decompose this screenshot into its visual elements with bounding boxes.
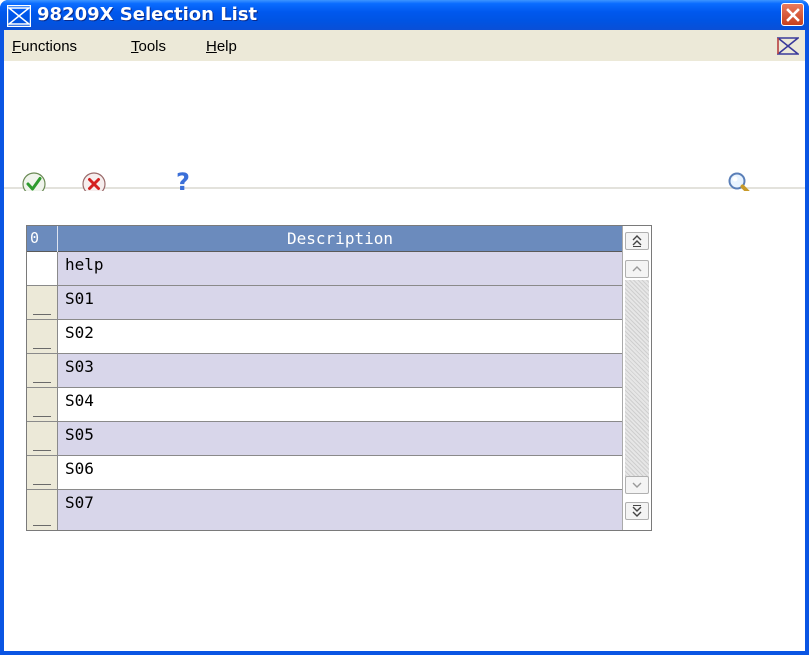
scroll-bottom-button[interactable] <box>625 502 649 520</box>
menu-tools-accel: T <box>131 38 139 55</box>
app-logo-icon <box>7 5 31 27</box>
menu-help-accel: H <box>206 38 217 55</box>
description-cell: S01 <box>65 289 94 308</box>
menu-tools[interactable]: Tools <box>131 38 166 55</box>
table-row[interactable]: S03 <box>27 354 622 388</box>
table-row[interactable]: S01 <box>27 286 622 320</box>
menu-help-rest: elp <box>216 38 237 55</box>
row-select-cell[interactable] <box>27 354 58 387</box>
row-select-cell[interactable] <box>27 422 58 455</box>
menu-functions-rest: unctions <box>21 38 78 55</box>
scroll-top-button[interactable] <box>625 232 649 250</box>
table-row[interactable]: S04 <box>27 388 622 422</box>
scroll-up-button[interactable] <box>625 260 649 278</box>
brand-logo-icon <box>777 37 799 55</box>
toolbar: ? <box>4 63 805 196</box>
row-select-cell[interactable] <box>27 388 58 421</box>
client-area: Functions Tools Help ? 0 Description hel… <box>4 30 805 651</box>
description-cell: help <box>65 255 104 274</box>
description-cell: S03 <box>65 357 94 376</box>
scroll-down-button[interactable] <box>625 476 649 494</box>
table-row[interactable]: S06 <box>27 456 622 490</box>
selection-grid: 0 Description help S01 S02 S03 S04 S05 S… <box>26 225 652 531</box>
table-row[interactable]: help <box>27 252 622 286</box>
description-cell: S06 <box>65 459 94 478</box>
row-select-cell[interactable] <box>27 490 58 530</box>
app-window: 98209X Selection List Functions Tools He… <box>0 0 809 655</box>
description-cell: S07 <box>65 493 94 512</box>
row-select-cell[interactable] <box>27 252 58 285</box>
close-button[interactable] <box>781 3 804 26</box>
column-header-description[interactable]: Description <box>58 226 622 252</box>
window-title: 98209X Selection List <box>37 4 258 25</box>
description-cell: S04 <box>65 391 94 410</box>
description-cell: S05 <box>65 425 94 444</box>
table-row[interactable]: S02 <box>27 320 622 354</box>
table-row[interactable]: S07 <box>27 490 622 530</box>
description-cell: S02 <box>65 323 94 342</box>
column-header-select[interactable]: 0 <box>27 226 58 252</box>
menu-bar: Functions Tools Help <box>4 30 805 62</box>
table-row[interactable]: S05 <box>27 422 622 456</box>
row-select-cell[interactable] <box>27 456 58 489</box>
chevron-down-icon <box>632 482 642 488</box>
menu-help[interactable]: Help <box>206 38 237 55</box>
row-select-cell[interactable] <box>27 320 58 353</box>
vertical-scrollbar[interactable] <box>622 226 651 530</box>
menu-functions-accel: F <box>12 38 22 55</box>
menu-functions[interactable]: Functions <box>12 38 77 55</box>
scroll-track[interactable] <box>625 280 649 480</box>
grid-header: 0 Description <box>27 226 651 252</box>
grid-area: 0 Description help S01 S02 S03 S04 S05 S… <box>4 191 805 651</box>
chevron-up-icon <box>632 266 642 272</box>
double-chevron-up-icon <box>632 235 642 247</box>
title-bar[interactable]: 98209X Selection List <box>0 0 809 30</box>
menu-tools-rest: ools <box>138 38 167 55</box>
close-icon <box>786 8 800 22</box>
row-select-cell[interactable] <box>27 286 58 319</box>
double-chevron-down-icon <box>632 505 642 517</box>
